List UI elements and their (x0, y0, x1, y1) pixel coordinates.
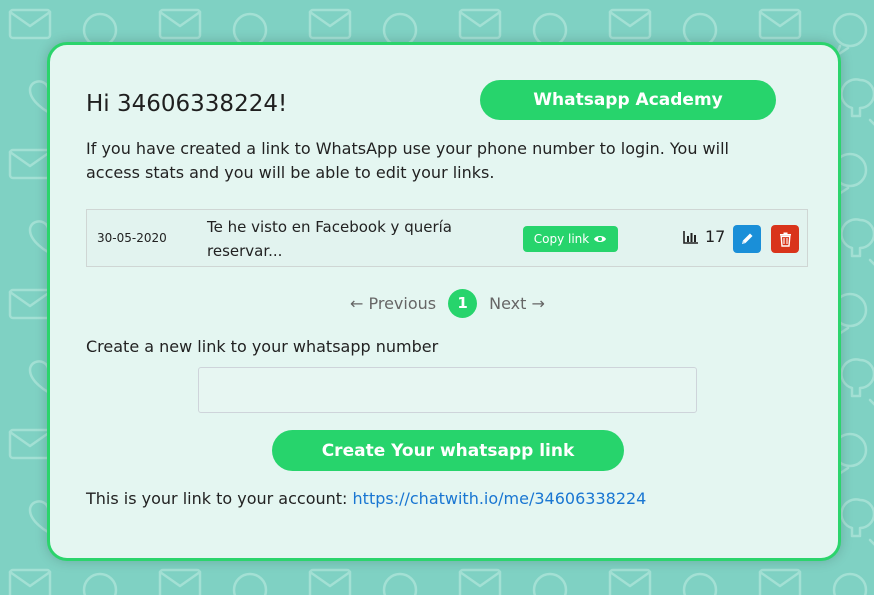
intro-text: If you have created a link to WhatsApp u… (86, 139, 729, 182)
pencil-icon (742, 233, 753, 244)
link-message: Te he visto en Facebook y quería reserva… (207, 218, 452, 260)
link-row: 30-05-2020 Te he visto en Facebook y que… (86, 209, 808, 267)
create-link-button[interactable]: Create Your whatsapp link (272, 430, 624, 471)
create-link-label: Create a new link to your whatsapp numbe… (86, 337, 439, 356)
current-page[interactable]: 1 (448, 288, 478, 318)
greeting-heading: Hi 34606338224! (86, 91, 288, 117)
account-link-line: This is your link to your account: https… (86, 489, 646, 508)
link-date: 30-05-2020 (97, 231, 167, 245)
account-link-url[interactable]: https://chatwith.io/me/34606338224 (353, 489, 647, 508)
message-input[interactable] (198, 367, 697, 413)
copy-link-button[interactable]: Copy link (523, 226, 618, 252)
bar-chart-icon (683, 230, 698, 244)
trash-icon (779, 232, 791, 247)
copy-link-label: Copy link (533, 232, 590, 246)
account-card: Hi 34606338224! Whatsapp Academy If you … (47, 42, 841, 561)
previous-page-link[interactable]: ← Previous (350, 294, 436, 313)
whatsapp-academy-button[interactable]: Whatsapp Academy (480, 80, 776, 120)
eye-icon (594, 236, 607, 242)
click-stats[interactable]: 17 (683, 227, 725, 246)
click-count: 17 (705, 227, 726, 246)
account-link-text: This is your link to your account: (86, 489, 348, 508)
next-page-link[interactable]: Next → (489, 294, 545, 313)
edit-link-button[interactable] (733, 225, 761, 253)
pagination: ← Previous 1 Next → (350, 287, 545, 319)
delete-link-button[interactable] (771, 225, 799, 253)
